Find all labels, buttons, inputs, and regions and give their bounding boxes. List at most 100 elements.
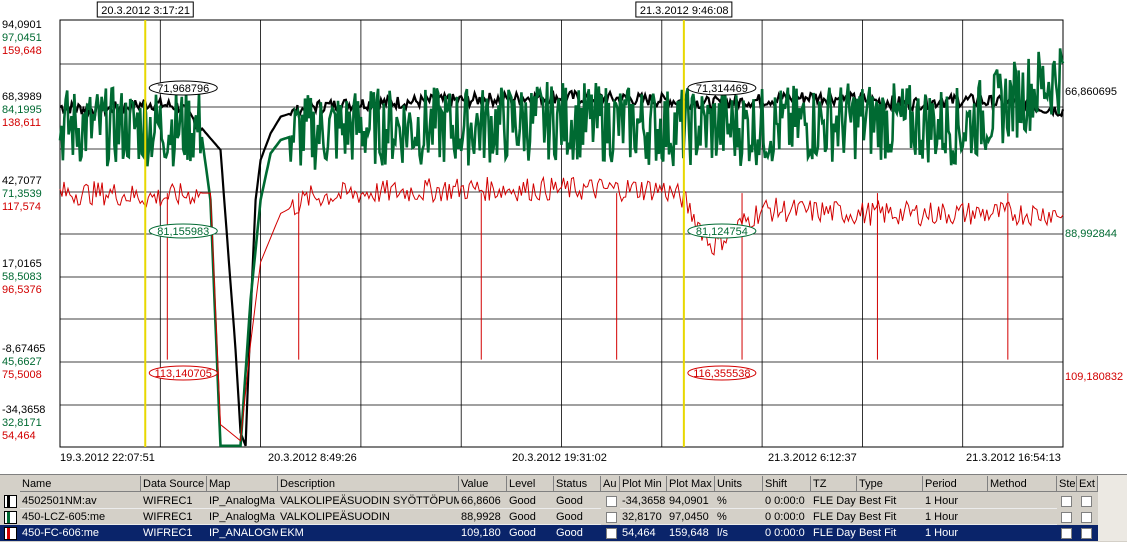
readout-value: 81,155983 [157, 226, 209, 238]
column-header-description[interactable]: Description [278, 476, 459, 492]
current-value-450-FC-606:me: 109,180832 [1065, 371, 1123, 383]
autoscale-checkbox[interactable] [606, 528, 617, 539]
cell-source: WIFREC1 [141, 493, 207, 509]
cell-max: 159,648 [667, 525, 715, 541]
column-header-value[interactable]: Value [459, 476, 507, 492]
column-header-ext[interactable]: Ext [1077, 476, 1098, 492]
step-checkbox[interactable] [1061, 496, 1072, 507]
cell-shift: 0 0:00:0 [763, 525, 811, 541]
y-tick-label: 117,574 [2, 201, 41, 213]
autoscale-checkbox[interactable] [606, 512, 617, 523]
swatch-color-bar [7, 496, 10, 507]
cell-period: 1 Hour [923, 493, 988, 509]
readout-value: 116,355538 [693, 368, 750, 380]
column-header-units[interactable]: Units [715, 476, 763, 492]
cell-method [988, 525, 1057, 541]
x-tick-label: 21.3.2012 16:54:13 [966, 452, 1061, 464]
column-header-type[interactable]: Type [857, 476, 923, 492]
series-color-swatch[interactable] [4, 527, 17, 540]
cell-name: 4502501NM:av [20, 493, 141, 509]
cell-source: WIFREC1 [141, 509, 207, 525]
cursor-readout: 113,140705 [148, 365, 218, 381]
column-header-level[interactable]: Level [507, 476, 554, 492]
autoscale-checkbox[interactable] [606, 496, 617, 507]
trend-legend-table[interactable]: Name Data Source Map Description Value Level S… [0, 474, 1127, 542]
y-tick-label: 42,7077 [2, 175, 42, 187]
cell-value: 88,9928 [459, 509, 507, 525]
step-checkbox[interactable] [1061, 528, 1072, 539]
cell-desc: VALKOLIPEÄSUODIN SYÖTTÖPUM [278, 495, 459, 509]
cell-shift: 0 0:00:0 [763, 509, 811, 525]
cell-shift: 0 0:00:0 [763, 493, 811, 509]
y-tick-label: -8,67465 [2, 343, 45, 355]
column-header-data-source[interactable]: Data Source [141, 476, 207, 492]
cell-units: % [715, 493, 763, 509]
cell-name: 450-LCZ-605:me [20, 509, 141, 525]
readout-value: 71,968796 [157, 83, 209, 95]
column-header-status[interactable]: Status [554, 476, 601, 492]
cell-min: 32,8170 [620, 509, 667, 525]
column-header-shift[interactable]: Shift [763, 476, 811, 492]
ext-checkbox[interactable] [1081, 512, 1092, 523]
cell-value: 66,8606 [459, 493, 507, 509]
ext-checkbox[interactable] [1081, 496, 1092, 507]
trend-chart[interactable]: 94,090197,0451159,648 68,398984,1995138,6… [0, 0, 1127, 474]
series-color-swatch[interactable] [4, 511, 17, 524]
readout-value: 81,124754 [696, 226, 748, 238]
column-header-tz[interactable]: TZ [811, 476, 857, 492]
column-header-name[interactable]: Name [20, 476, 141, 492]
x-tick-label: 19.3.2012 22:07:51 [60, 452, 155, 464]
column-header-method[interactable]: Method [988, 476, 1057, 492]
cell-map: IP_AnalogMa [207, 509, 278, 525]
y-tick-label: 97,0451 [2, 32, 42, 44]
swatch-color-bar [7, 528, 10, 539]
column-header-plot-max[interactable]: Plot Max [667, 476, 715, 492]
cell-map: IP_ANALOGM [207, 527, 278, 541]
cell-period: 1 Hour [923, 525, 988, 541]
ext-checkbox[interactable] [1081, 528, 1092, 539]
series-color-swatch[interactable] [4, 495, 17, 508]
table-row[interactable]: 450-LCZ-605:me WIFREC1 IP_AnalogMa VALKOLIP… [0, 509, 1098, 525]
step-checkbox[interactable] [1061, 512, 1072, 523]
y-tick-label: 32,8171 [2, 417, 42, 429]
cursor-readout: 81,155983 [148, 223, 218, 239]
x-tick-label: 20.3.2012 8:49:26 [268, 452, 357, 464]
cell-method [988, 509, 1057, 525]
cell-min: 54,464 [620, 525, 667, 541]
cell-desc: VALKOLIPEÄSUODIN [278, 509, 459, 525]
cell-status: Good [554, 525, 601, 541]
table-row[interactable]: 450-FC-606:me WIFREC1 IP_ANALOGM EKM 109,180… [0, 525, 1098, 541]
column-header-au[interactable]: Au [601, 476, 620, 492]
readout-value: 71,314469 [696, 83, 748, 95]
cursor-timestamp: 21.3.2012 9:46:08 [640, 5, 729, 17]
y-tick-label: 96,5376 [2, 284, 42, 296]
cell-tz: FLE Day [811, 495, 857, 509]
column-header-period[interactable]: Period [923, 476, 988, 492]
swatch-color-bar [7, 512, 10, 523]
cell-type: Best Fit [857, 509, 923, 525]
y-tick-label: 68,3989 [2, 91, 42, 103]
cell-source: WIFREC1 [141, 525, 207, 541]
cell-method [988, 493, 1057, 509]
y-tick-label: 75,5008 [2, 369, 42, 381]
cell-level: Good [507, 525, 554, 541]
column-header-map[interactable]: Map [207, 476, 278, 492]
cursor-readout: 116,355538 [687, 365, 757, 381]
table-scrollbar[interactable] [1098, 475, 1127, 541]
y-tick-label: 138,611 [2, 117, 41, 129]
cell-status: Good [554, 493, 601, 509]
y-tick-label: 17,0165 [2, 258, 42, 270]
column-header-plot-min[interactable]: Plot Min [620, 476, 667, 492]
cell-value: 109,180 [459, 525, 507, 541]
cell-max: 94,0901 [667, 493, 715, 509]
cursor-readout: 71,968796 [148, 80, 218, 96]
column-header-ste[interactable]: Ste [1057, 476, 1077, 492]
y-tick-label: 45,6627 [2, 356, 42, 368]
cell-units: % [715, 509, 763, 525]
cursor-label: 20.3.2012 3:17:21 [96, 1, 194, 18]
table-row[interactable]: 4502501NM:av WIFREC1 IP_AnalogMa VALKOLIPEÄ… [0, 493, 1098, 509]
table-header: Name Data Source Map Description Value Level S… [0, 476, 1098, 492]
y-tick-label: 58,5083 [2, 271, 42, 283]
cell-status: Good [554, 509, 601, 525]
cell-desc: EKM [278, 525, 459, 541]
